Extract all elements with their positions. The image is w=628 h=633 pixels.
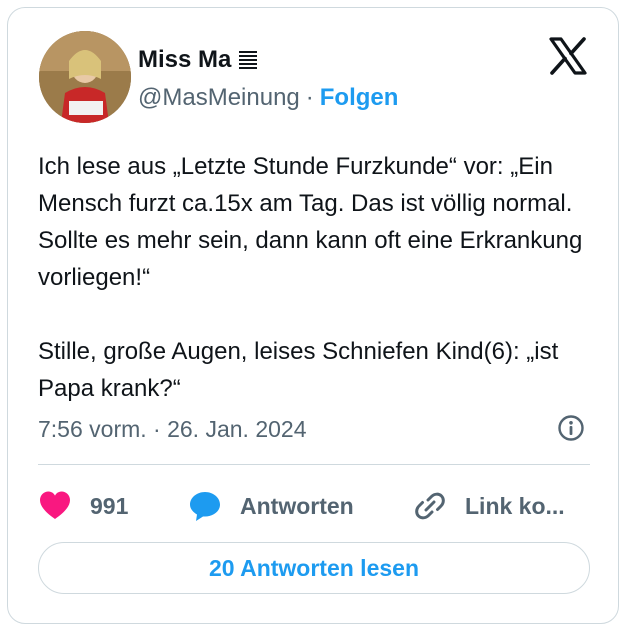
tweet-paragraph: Ich lese aus „Letzte Stunde Furzkunde“ v… <box>38 153 583 291</box>
name-emoji-icon <box>239 51 258 69</box>
heart-icon <box>40 491 70 519</box>
reply-bubble-icon <box>190 492 220 521</box>
avatar-photo <box>39 31 131 123</box>
link-icon <box>415 492 445 520</box>
author-handle[interactable]: @MasMeinung <box>138 84 300 112</box>
tweet-text: Ich lese aus „Letzte Stunde Furzkunde“ v… <box>38 148 598 407</box>
x-logo-icon[interactable] <box>548 36 588 76</box>
author-name[interactable]: Miss Ma <box>138 46 259 74</box>
divider <box>38 464 590 465</box>
author-handle-row: @MasMeinung · Folgen <box>138 84 398 112</box>
copy-link-button[interactable]: Link ko... <box>413 486 565 526</box>
like-button[interactable]: 991 <box>38 486 128 526</box>
tweet-timestamp[interactable]: 7:56 vorm. · 26. Jan. 2024 <box>38 416 307 443</box>
tweet-card: Miss Ma @MasMeinung · Folgen Ich lese au… <box>7 7 619 624</box>
info-icon[interactable] <box>557 414 585 442</box>
follow-button[interactable]: Folgen <box>320 84 399 112</box>
read-replies-button[interactable]: 20 Antworten lesen <box>38 542 590 594</box>
copy-link-label: Link ko... <box>465 492 565 519</box>
reply-button[interactable]: Antworten <box>188 486 354 526</box>
separator-dot: · <box>305 84 314 111</box>
tweet-paragraph: Stille, große Augen, leises Schniefen Ki… <box>38 338 559 402</box>
like-count: 991 <box>90 492 129 519</box>
author-display-name: Miss Ma <box>138 46 232 73</box>
reply-label: Antworten <box>240 492 354 519</box>
avatar[interactable] <box>39 31 131 123</box>
read-replies-label: 20 Antworten lesen <box>208 554 420 581</box>
